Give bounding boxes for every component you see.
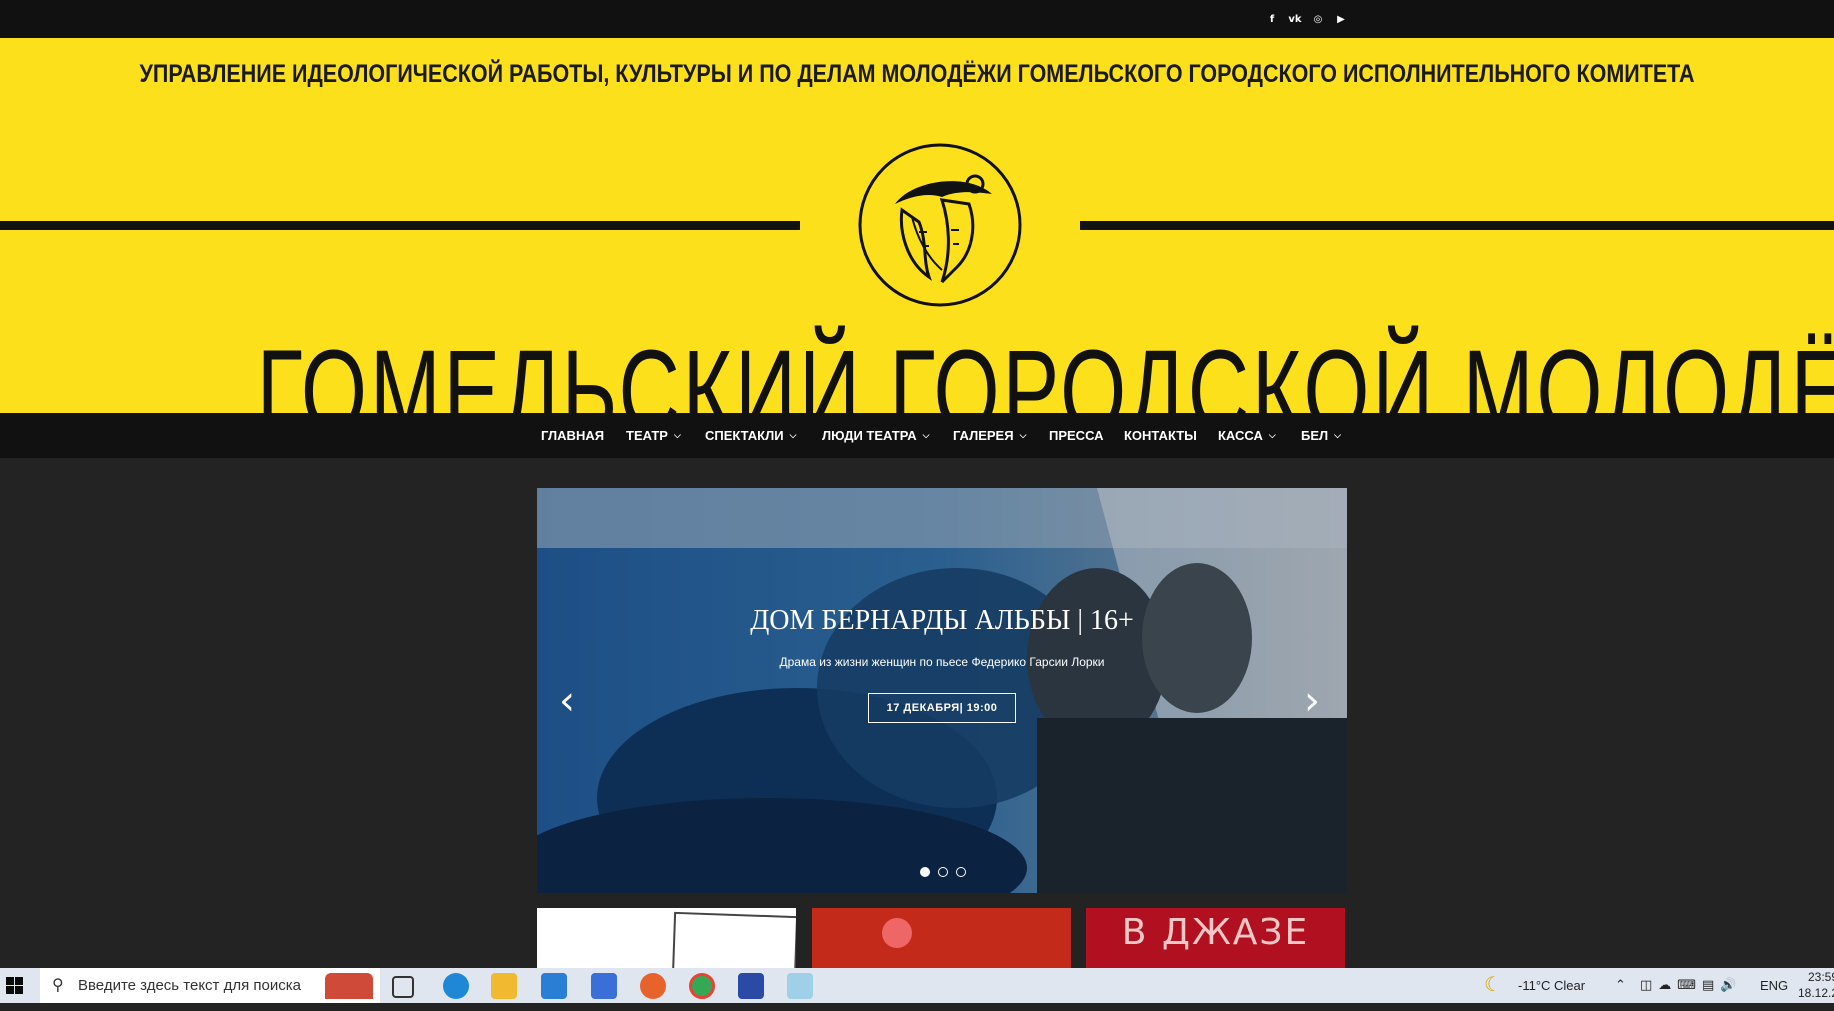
- slide-title: ДОМ БЕРНАРДЫ АЛЬБЫ | 16+: [750, 605, 1134, 636]
- vk-icon[interactable]: vk: [1285, 9, 1305, 29]
- slider-next-button[interactable]: ›: [1294, 673, 1330, 729]
- thumb-frame: [671, 911, 796, 968]
- chevron-down-icon: ⌵: [789, 430, 797, 440]
- social-bar: f vk ◎ ▶: [0, 0, 1834, 38]
- event-thumbnail[interactable]: В ДЖАЗЕ: [1086, 908, 1345, 968]
- store-icon[interactable]: [591, 973, 617, 999]
- header-divider-left: [0, 221, 800, 230]
- nav-item-gallery[interactable]: ГАЛЕРЕЯ ⌵: [953, 413, 1026, 458]
- chevron-right-icon: ›: [1304, 678, 1320, 724]
- instagram-icon[interactable]: ◎: [1308, 9, 1328, 29]
- language-indicator[interactable]: ENG: [1760, 968, 1788, 1003]
- theatre-masks-logo[interactable]: [857, 142, 1023, 308]
- firefox-icon[interactable]: [640, 973, 666, 999]
- chevron-down-icon: ⌵: [1334, 430, 1341, 440]
- slider-dot[interactable]: [920, 867, 930, 877]
- facebook-icon[interactable]: f: [1262, 9, 1282, 29]
- nav-item-language[interactable]: БЕЛ ⌵: [1301, 413, 1341, 458]
- search-highlight-icon: [325, 973, 373, 999]
- nav-item-home[interactable]: ГЛАВНАЯ: [541, 413, 604, 458]
- slide-subtitle: Драма из жизни женщин по пьесе Федерико …: [779, 655, 1105, 669]
- chevron-down-icon: ⌵: [922, 430, 930, 440]
- thumb-title: В ДЖАЗЕ: [1121, 912, 1310, 953]
- system-tray-icons[interactable]: ◫☁⌨▤🔊: [1640, 968, 1743, 1003]
- edge-icon[interactable]: [443, 973, 469, 999]
- hero-slider[interactable]: ДОМ БЕРНАРДЫ АЛЬБЫ | 16+ Драма из жизни …: [537, 488, 1347, 893]
- chevron-up-icon[interactable]: ⌃: [1615, 968, 1626, 1003]
- nav-item-performances[interactable]: СПЕКТАКЛИ ⌵: [705, 413, 796, 458]
- theatre-title: ГОМЕЛЬСКИЙ ГОРОДСКОЙ МОЛОДЁЖНЫЙ ТЕАТР: [256, 326, 1834, 413]
- nav-item-tickets[interactable]: КАССА ⌵: [1218, 413, 1276, 458]
- site-header: УПРАВЛЕНИЕ ИДЕОЛОГИЧЕСКОЙ РАБОТЫ, КУЛЬТУ…: [0, 38, 1834, 413]
- main-nav: ГЛАВНАЯ ТЕАТР ⌵ СПЕКТАКЛИ ⌵ ЛЮДИ ТЕАТРА ⌵ Г…: [0, 413, 1834, 458]
- slider-dot[interactable]: [956, 867, 966, 877]
- windows-start-icon[interactable]: [6, 977, 23, 994]
- weather-icon: ☾: [1484, 974, 1502, 996]
- clock-date[interactable]: 18.12.2: [1798, 976, 1834, 1011]
- thumb-figure: [882, 918, 912, 948]
- gov-department-text: УПРАВЛЕНИЕ ИДЕОЛОГИЧЕСКОЙ РАБОТЫ, КУЛЬТУ…: [139, 60, 1695, 88]
- youtube-icon[interactable]: ▶: [1331, 9, 1351, 29]
- slider-dot[interactable]: [938, 867, 948, 877]
- nav-item-press[interactable]: ПРЕССА: [1049, 413, 1104, 458]
- slider-prev-button[interactable]: ‹: [549, 673, 585, 729]
- chevron-down-icon: ⌵: [673, 430, 681, 440]
- event-thumbnail[interactable]: [537, 908, 796, 968]
- mail-icon[interactable]: [541, 973, 567, 999]
- slide-caption: ДОМ БЕРНАРДЫ АЛЬБЫ | 16+ Драма из жизни …: [722, 593, 1162, 723]
- bird-app-icon[interactable]: [787, 973, 813, 999]
- nav-item-people[interactable]: ЛЮДИ ТЕАТРА ⌵: [822, 413, 929, 458]
- weather-text[interactable]: -11°C Clear: [1518, 968, 1585, 1003]
- search-icon: ⚲: [52, 975, 64, 994]
- task-view-icon[interactable]: [392, 976, 414, 998]
- chrome-icon[interactable]: [689, 973, 715, 999]
- windows-taskbar: ⚲ Введите здесь текст для поиска ☾ -11°C…: [0, 968, 1834, 1003]
- slide-date-button[interactable]: 17 ДЕКАБРЯ| 19:00: [867, 693, 1017, 723]
- taskbar-search-input[interactable]: ⚲ Введите здесь текст для поиска: [40, 968, 380, 1003]
- header-divider-right: [1080, 221, 1834, 230]
- file-explorer-icon[interactable]: [491, 973, 517, 999]
- event-thumbnail[interactable]: [812, 908, 1071, 968]
- nav-item-contacts[interactable]: КОНТАКТЫ: [1124, 413, 1197, 458]
- nav-item-theatre[interactable]: ТЕАТР ⌵: [626, 413, 681, 458]
- chevron-down-icon: ⌵: [1019, 430, 1027, 440]
- chevron-left-icon: ‹: [559, 678, 575, 724]
- chevron-down-icon: ⌵: [1268, 430, 1276, 440]
- save-app-icon[interactable]: [738, 973, 764, 999]
